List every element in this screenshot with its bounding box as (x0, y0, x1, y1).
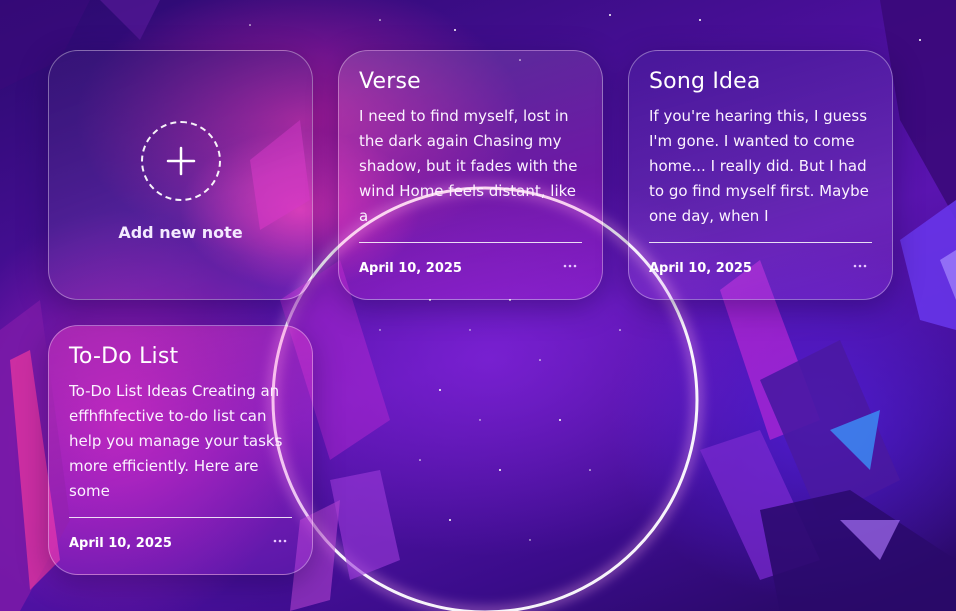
add-note-button[interactable] (140, 120, 221, 201)
note-title: Verse (359, 69, 421, 94)
note-card-todo-list[interactable]: To-Do List To-Do List Ideas Creating an … (48, 325, 313, 575)
more-horizontal-icon[interactable] (270, 533, 290, 549)
more-horizontal-icon[interactable] (850, 258, 870, 274)
note-date: April 10, 2025 (69, 536, 172, 551)
note-divider (69, 517, 292, 518)
note-date: April 10, 2025 (359, 261, 462, 276)
note-card-song-idea[interactable]: Song Idea If you're hearing this, I gues… (628, 50, 893, 300)
note-title: To-Do List (69, 344, 179, 369)
note-date: April 10, 2025 (649, 261, 752, 276)
more-horizontal-icon[interactable] (560, 258, 580, 274)
note-card-verse[interactable]: Verse I need to find myself, lost in the… (338, 50, 603, 300)
plus-icon (166, 146, 195, 175)
note-divider (359, 242, 582, 243)
add-note-label: Add new note (118, 222, 243, 242)
note-divider (649, 242, 872, 243)
add-note-card[interactable]: Add new note (48, 50, 313, 300)
note-title: Song Idea (649, 69, 761, 94)
note-body: If you're hearing this, I guess I'm gone… (649, 107, 869, 225)
note-body: I need to find myself, lost in the dark … (359, 107, 578, 225)
note-body: To-Do List Ideas Creating an effhfhfecti… (69, 382, 283, 500)
